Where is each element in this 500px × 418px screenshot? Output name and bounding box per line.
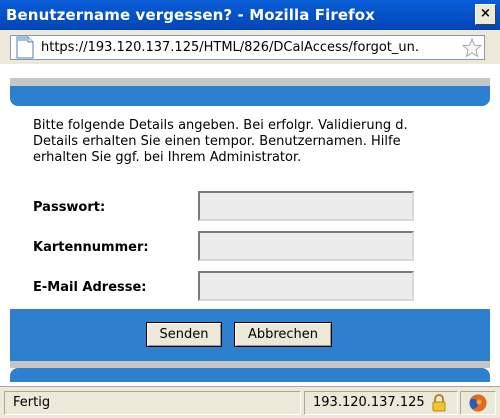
window-titlebar[interactable]: Benutzername vergessen? - Mozilla Firefo… bbox=[0, 0, 500, 30]
firefox-icon bbox=[468, 393, 488, 413]
email-label: E-Mail Adresse: bbox=[33, 280, 147, 295]
close-icon: × bbox=[480, 6, 491, 21]
intro-text: Bitte folgende Details angeben. Bei erfo… bbox=[33, 118, 408, 165]
firefox-panel bbox=[460, 391, 496, 415]
bottom-banner bbox=[10, 368, 490, 382]
window-title: Benutzername vergessen? - Mozilla Firefo… bbox=[6, 6, 375, 24]
url-text: https://193.120.137.125/HTML/826/DCalAcc… bbox=[41, 40, 419, 55]
close-button[interactable]: × bbox=[475, 4, 496, 25]
address-bar: https://193.120.137.125/HTML/826/DCalAcc… bbox=[0, 30, 500, 64]
button-bar: Senden Abbrechen bbox=[10, 309, 490, 361]
cancel-button[interactable]: Abbrechen bbox=[234, 322, 332, 347]
email-field[interactable] bbox=[198, 271, 414, 301]
url-field[interactable]: https://193.120.137.125/HTML/826/DCalAcc… bbox=[10, 35, 485, 60]
top-divider bbox=[10, 78, 490, 86]
card-number-label: Kartennummer: bbox=[33, 240, 149, 255]
page-icon bbox=[15, 36, 35, 59]
top-banner bbox=[10, 86, 490, 106]
send-button[interactable]: Senden bbox=[146, 322, 222, 347]
password-field[interactable] bbox=[198, 191, 414, 221]
lock-icon[interactable] bbox=[429, 393, 449, 413]
password-label: Passwort: bbox=[33, 200, 106, 215]
star-icon[interactable] bbox=[461, 37, 483, 59]
bottom-divider bbox=[10, 361, 490, 368]
status-bar: Fertig 193.120.137.125 bbox=[0, 386, 500, 418]
card-number-field[interactable] bbox=[198, 231, 414, 261]
status-text: Fertig bbox=[4, 391, 301, 415]
